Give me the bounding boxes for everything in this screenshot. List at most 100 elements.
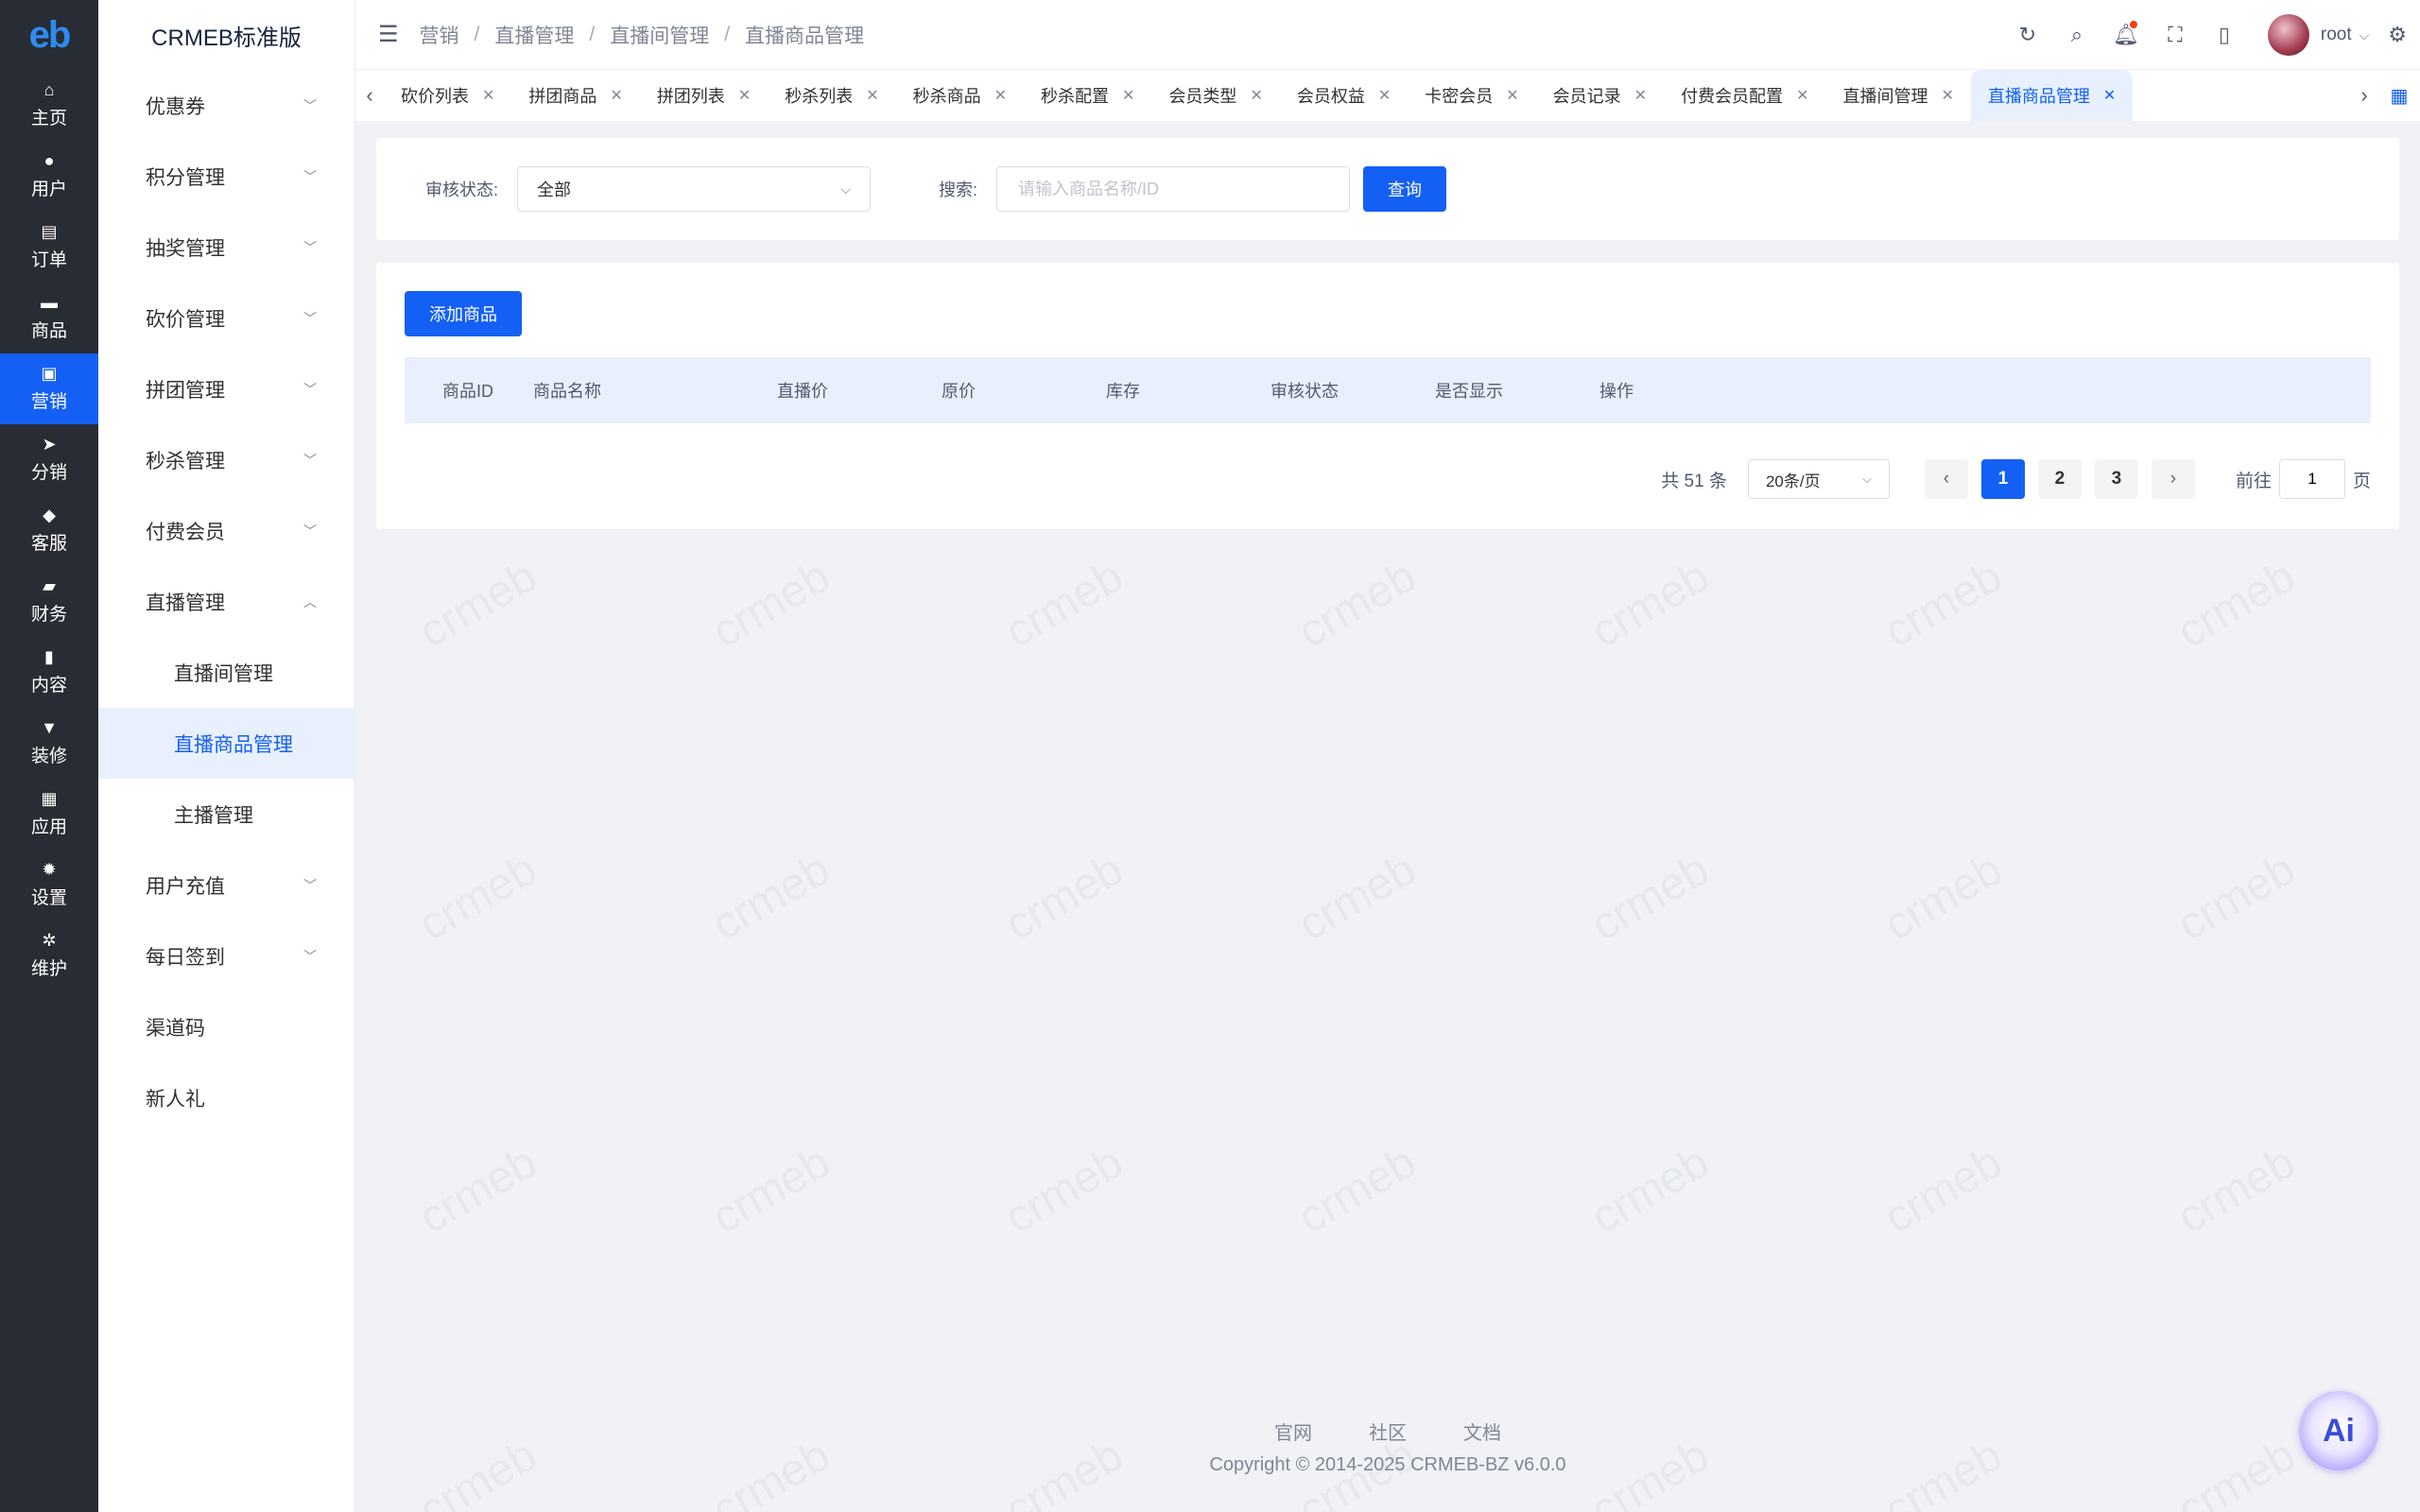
close-icon[interactable]: ✕: [738, 86, 751, 105]
footer-link[interactable]: 社区: [1369, 1418, 1407, 1445]
close-icon[interactable]: ✕: [994, 86, 1007, 105]
submenu-item[interactable]: 积分管理 ﹀: [98, 141, 354, 212]
add-product-button[interactable]: 添加商品: [405, 291, 522, 336]
page-footer: 官网 社区 文档 Copyright © 2014-2025 CRMEB-BZ v6…: [355, 1418, 2420, 1476]
close-icon[interactable]: ✕: [1506, 86, 1518, 105]
submenu-item[interactable]: 直播管理 ︿: [98, 566, 354, 637]
mobile-preview-icon[interactable]: ▯: [2200, 23, 2249, 47]
notification-bell-icon[interactable]: 🔔︎: [2101, 21, 2151, 47]
brand-title: CRMEB标准版: [151, 25, 302, 51]
tab[interactable]: 秒杀商品 ✕: [896, 70, 1024, 121]
close-icon[interactable]: ✕: [2103, 86, 2116, 105]
close-icon[interactable]: ✕: [610, 86, 622, 105]
rail-item-distribution[interactable]: ➤ 分销: [0, 424, 98, 495]
close-icon[interactable]: ✕: [1796, 86, 1808, 105]
tabs-scroll-right-icon[interactable]: ›: [2350, 70, 2378, 121]
page-size-select[interactable]: 20条/页 ⌵: [1747, 459, 1890, 499]
submenu-item[interactable]: 付费会员 ﹀: [98, 495, 354, 566]
menu-toggle-icon[interactable]: ☰: [378, 21, 399, 48]
close-icon[interactable]: ✕: [1250, 86, 1262, 105]
breadcrumb-item[interactable]: 直播管理: [494, 21, 574, 49]
close-icon[interactable]: ✕: [482, 86, 494, 105]
crmeb-logo[interactable]: eb: [0, 0, 98, 70]
chevron-down-icon: ﹀: [303, 310, 317, 326]
gear-icon[interactable]: ⚙: [2388, 23, 2407, 47]
page-button[interactable]: 2: [2037, 459, 2082, 499]
rail-item-goods[interactable]: ▬ 商品: [0, 283, 98, 353]
order-icon: ▤: [41, 222, 58, 241]
tab[interactable]: 卡密会员 ✕: [1408, 70, 1535, 121]
submenu-item[interactable]: 用户充值 ﹀: [98, 850, 354, 920]
submenu-item[interactable]: 渠道码: [98, 991, 354, 1062]
rail-item-maintain[interactable]: ✲ 维护: [0, 920, 98, 991]
content-icon: ▮: [44, 647, 54, 666]
tab[interactable]: 会员记录 ✕: [1536, 70, 1664, 121]
tabs-menu-icon[interactable]: ▦: [2378, 84, 2420, 108]
search-icon[interactable]: ⌕: [2052, 23, 2101, 47]
tabs-scroll-left-icon[interactable]: ‹: [355, 70, 384, 121]
submenu-item[interactable]: 拼团管理 ﹀: [98, 353, 354, 424]
submenu-child-item[interactable]: 直播间管理: [98, 637, 354, 708]
tab[interactable]: 直播商品管理 ✕: [1970, 70, 2134, 121]
rail-item-decorate[interactable]: ▼ 装修: [0, 708, 98, 779]
submenu-item[interactable]: 砍价管理 ﹀: [98, 283, 354, 353]
tab[interactable]: 秒杀列表 ✕: [768, 70, 895, 121]
submenu-item[interactable]: 每日签到 ﹀: [98, 920, 354, 991]
submenu-child-item[interactable]: 主播管理: [98, 779, 354, 850]
tab-label: 卡密会员: [1425, 87, 1494, 106]
fullscreen-icon[interactable]: ⛶: [2151, 23, 2200, 47]
breadcrumb-item[interactable]: 营销: [420, 21, 459, 49]
rail-item-apps[interactable]: ▦ 应用: [0, 779, 98, 850]
tab[interactable]: 砍价列表 ✕: [384, 70, 511, 121]
ai-assistant-button[interactable]: Ai: [2299, 1391, 2378, 1470]
rail-item-order[interactable]: ▤ 订单: [0, 212, 98, 283]
prev-page-button[interactable]: ‹: [1924, 459, 1968, 499]
close-icon[interactable]: ✕: [866, 86, 878, 105]
goto-page-input[interactable]: [2278, 459, 2345, 499]
tab[interactable]: 拼团商品 ✕: [511, 70, 639, 121]
close-icon[interactable]: ✕: [1634, 86, 1647, 105]
tab[interactable]: 秒杀配置 ✕: [1024, 70, 1151, 121]
footer-link[interactable]: 文档: [1463, 1418, 1501, 1445]
breadcrumb-item: 直播商品管理: [745, 25, 865, 47]
rail-item-content[interactable]: ▮ 内容: [0, 637, 98, 708]
tab[interactable]: 拼团列表 ✕: [640, 70, 768, 121]
rail-item-user[interactable]: ● 用户: [0, 141, 98, 212]
chevron-down-icon[interactable]: ⌵: [2360, 27, 2370, 43]
tab-label: 付费会员配置: [1681, 87, 1784, 106]
submenu-child-item[interactable]: 直播商品管理: [98, 708, 354, 779]
tab[interactable]: 直播间管理 ✕: [1825, 70, 1970, 121]
maintain-icon: ✲: [42, 931, 57, 950]
submenu-item[interactable]: 优惠券 ﹀: [98, 70, 354, 141]
search-input[interactable]: [996, 166, 1351, 212]
column-header: 操作: [1599, 382, 1634, 401]
rail-item-service-bell[interactable]: ◆ 客服: [0, 495, 98, 566]
rail-item-finance[interactable]: ▰ 财务: [0, 566, 98, 637]
tab-label: 会员类型: [1168, 87, 1237, 106]
rail-item-home[interactable]: ⌂ 主页: [0, 70, 98, 141]
query-button[interactable]: 查询: [1363, 166, 1447, 212]
page-button[interactable]: 1: [1980, 459, 2025, 499]
breadcrumb-item[interactable]: 直播间管理: [610, 21, 709, 49]
close-icon[interactable]: ✕: [1378, 86, 1391, 105]
chevron-down-icon: ﹀: [303, 452, 317, 468]
status-select[interactable]: 全部 ⌵: [517, 166, 872, 212]
close-icon[interactable]: ✕: [1941, 86, 1953, 105]
service-bell-icon: ◆: [43, 506, 56, 524]
tab[interactable]: 会员权益 ✕: [1280, 70, 1408, 121]
page-button[interactable]: 3: [2094, 459, 2138, 499]
close-icon[interactable]: ✕: [1122, 86, 1134, 105]
avatar[interactable]: [2267, 14, 2309, 56]
next-page-button[interactable]: ›: [2151, 459, 2195, 499]
rail-item-settings[interactable]: ✹ 设置: [0, 850, 98, 920]
tab[interactable]: 会员类型 ✕: [1151, 70, 1279, 121]
tab[interactable]: 付费会员配置 ✕: [1664, 70, 1825, 121]
rail-item-marketing[interactable]: ▣ 营销: [0, 353, 98, 424]
table-header: 商品ID 商品名称 直播价 原价 库存 审核状态 是否显示 操作: [405, 357, 2371, 423]
username[interactable]: root: [2321, 25, 2352, 45]
refresh-icon[interactable]: ↻: [2003, 23, 2052, 47]
submenu-item[interactable]: 秒杀管理 ﹀: [98, 424, 354, 495]
submenu-item[interactable]: 抽奖管理 ﹀: [98, 212, 354, 283]
footer-link[interactable]: 官网: [1274, 1418, 1312, 1445]
submenu-item[interactable]: 新人礼: [98, 1062, 354, 1133]
